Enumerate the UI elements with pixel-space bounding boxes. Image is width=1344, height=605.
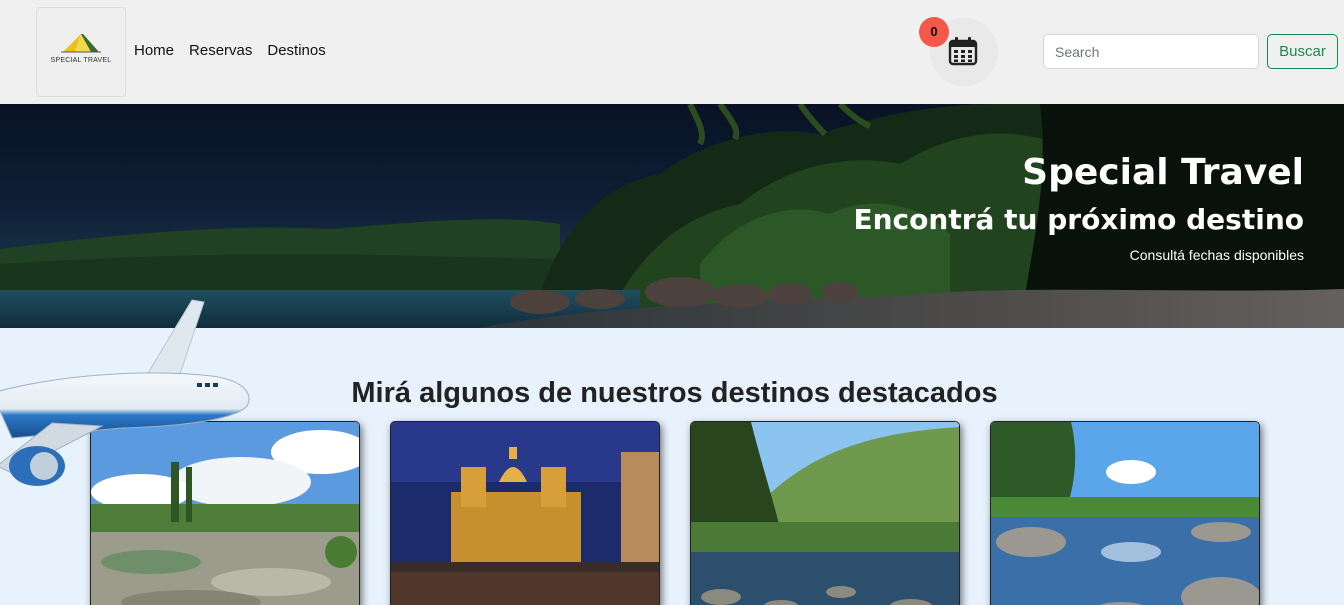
destination-card-4[interactable] <box>990 421 1260 605</box>
hero-banner: Special Travel Encontrá tu próximo desti… <box>0 104 1344 328</box>
hero-availability-text: Consultá fechas disponibles <box>1129 247 1304 263</box>
hero-subtitle: Encontrá tu próximo destino <box>853 203 1305 236</box>
destination-image-cathedral <box>391 422 659 605</box>
destination-card-2[interactable] <box>390 421 660 605</box>
nav-destinos[interactable]: Destinos <box>267 42 325 59</box>
hero-title: Special Travel <box>1022 152 1304 193</box>
airplane-icon <box>0 299 250 486</box>
calendar-count-badge: 0 <box>919 17 949 47</box>
search-button[interactable]: Buscar <box>1267 34 1338 69</box>
brand-logo[interactable]: SPECIAL TRAVEL <box>36 7 126 97</box>
tent-logo-icon <box>61 34 101 53</box>
destination-image-lake-reflection <box>991 422 1259 605</box>
calendar-icon <box>948 37 978 66</box>
navbar: SPECIAL TRAVEL Home Reservas Destinos 0 … <box>0 0 1344 104</box>
destination-image-mountain-stream <box>691 422 959 605</box>
logo-text: SPECIAL TRAVEL <box>50 57 112 64</box>
destination-card-3[interactable] <box>690 421 960 605</box>
search-input[interactable] <box>1043 34 1259 69</box>
nav-home[interactable]: Home <box>134 42 174 59</box>
nav-links: Home Reservas Destinos <box>134 42 326 59</box>
nav-reservas[interactable]: Reservas <box>189 42 252 59</box>
